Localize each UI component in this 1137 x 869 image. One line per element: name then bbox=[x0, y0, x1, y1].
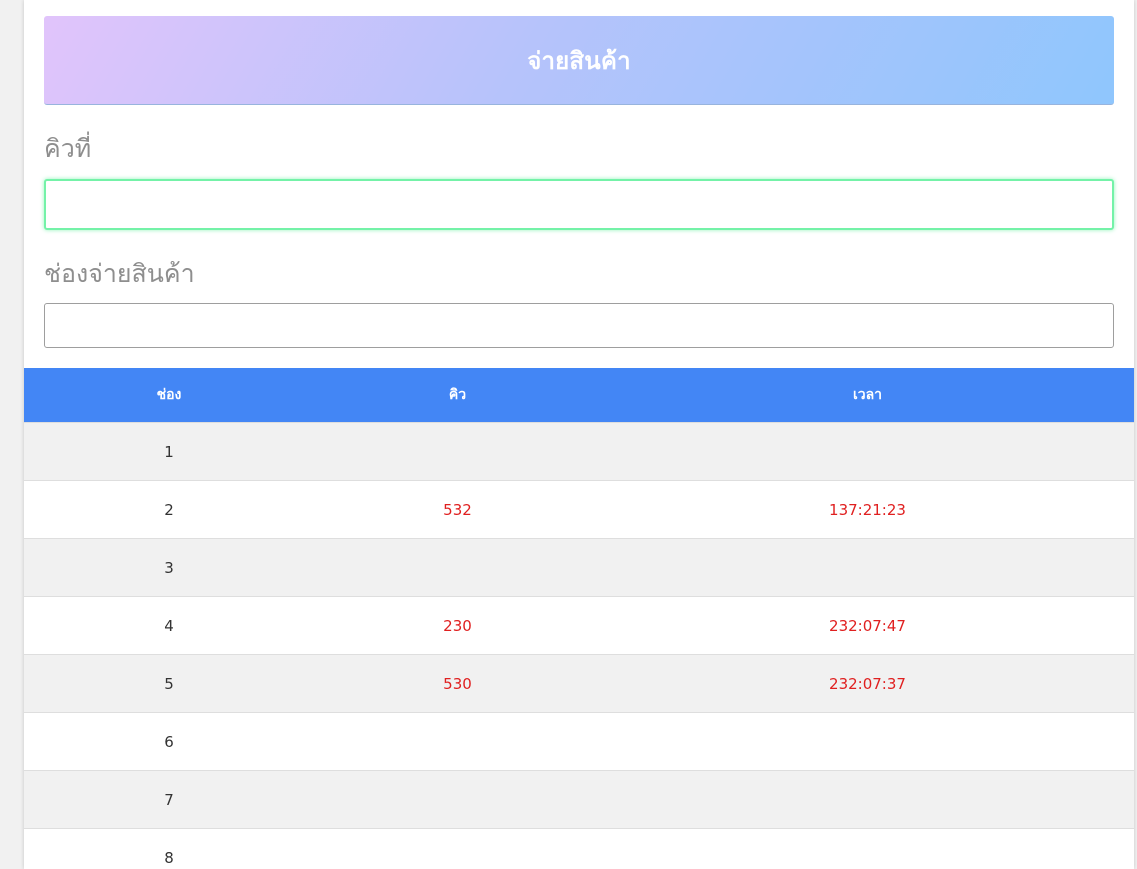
table-row: 3 bbox=[24, 538, 1134, 597]
cell-queue: 230 bbox=[314, 596, 601, 655]
column-header-time: เวลา bbox=[601, 368, 1134, 423]
cell-queue: 530 bbox=[314, 654, 601, 713]
dispense-panel: จ่ายสินค้า คิวที่ ช่องจ่ายสินค้า ช่อง คิ… bbox=[24, 0, 1134, 869]
page-header-banner: จ่ายสินค้า bbox=[44, 16, 1114, 105]
cell-time bbox=[601, 422, 1134, 481]
column-header-queue: คิว bbox=[314, 368, 601, 423]
cell-counter: 2 bbox=[24, 480, 314, 539]
cell-time bbox=[601, 828, 1134, 869]
cell-counter: 1 bbox=[24, 422, 314, 481]
cell-queue bbox=[314, 770, 601, 829]
cell-queue bbox=[314, 712, 601, 771]
cell-time: 137:21:23 bbox=[601, 480, 1134, 539]
table-row: 6 bbox=[24, 712, 1134, 771]
column-header-counter: ช่อง bbox=[24, 368, 314, 423]
table-header-row: ช่อง คิว เวลา bbox=[24, 368, 1134, 423]
cell-queue bbox=[314, 422, 601, 481]
cell-queue bbox=[314, 828, 601, 869]
dispense-counter-input[interactable] bbox=[44, 303, 1114, 348]
cell-counter: 7 bbox=[24, 770, 314, 829]
table-row: 8 bbox=[24, 828, 1134, 869]
table-row: 1 bbox=[24, 422, 1134, 481]
cell-time bbox=[601, 538, 1134, 597]
cell-time: 232:07:47 bbox=[601, 596, 1134, 655]
queue-number-input[interactable] bbox=[44, 179, 1114, 230]
cell-queue bbox=[314, 538, 601, 597]
cell-time bbox=[601, 770, 1134, 829]
queue-number-label: คิวที่ bbox=[44, 134, 92, 163]
cell-queue: 532 bbox=[314, 480, 601, 539]
cell-time: 232:07:37 bbox=[601, 654, 1134, 713]
table-row: 5 530 232:07:37 bbox=[24, 654, 1134, 713]
table-row: 7 bbox=[24, 770, 1134, 829]
cell-time bbox=[601, 712, 1134, 771]
cell-counter: 8 bbox=[24, 828, 314, 869]
cell-counter: 5 bbox=[24, 654, 314, 713]
dispense-counter-label: ช่องจ่ายสินค้า bbox=[44, 259, 195, 288]
page-title: จ่ายสินค้า bbox=[527, 46, 631, 75]
table-row: 2 532 137:21:23 bbox=[24, 480, 1134, 539]
cell-counter: 6 bbox=[24, 712, 314, 771]
cell-counter: 4 bbox=[24, 596, 314, 655]
counter-queue-table: ช่อง คิว เวลา 1 2 532 137:21:23 3 4 230 … bbox=[24, 368, 1134, 869]
table-row: 4 230 232:07:47 bbox=[24, 596, 1134, 655]
cell-counter: 3 bbox=[24, 538, 314, 597]
